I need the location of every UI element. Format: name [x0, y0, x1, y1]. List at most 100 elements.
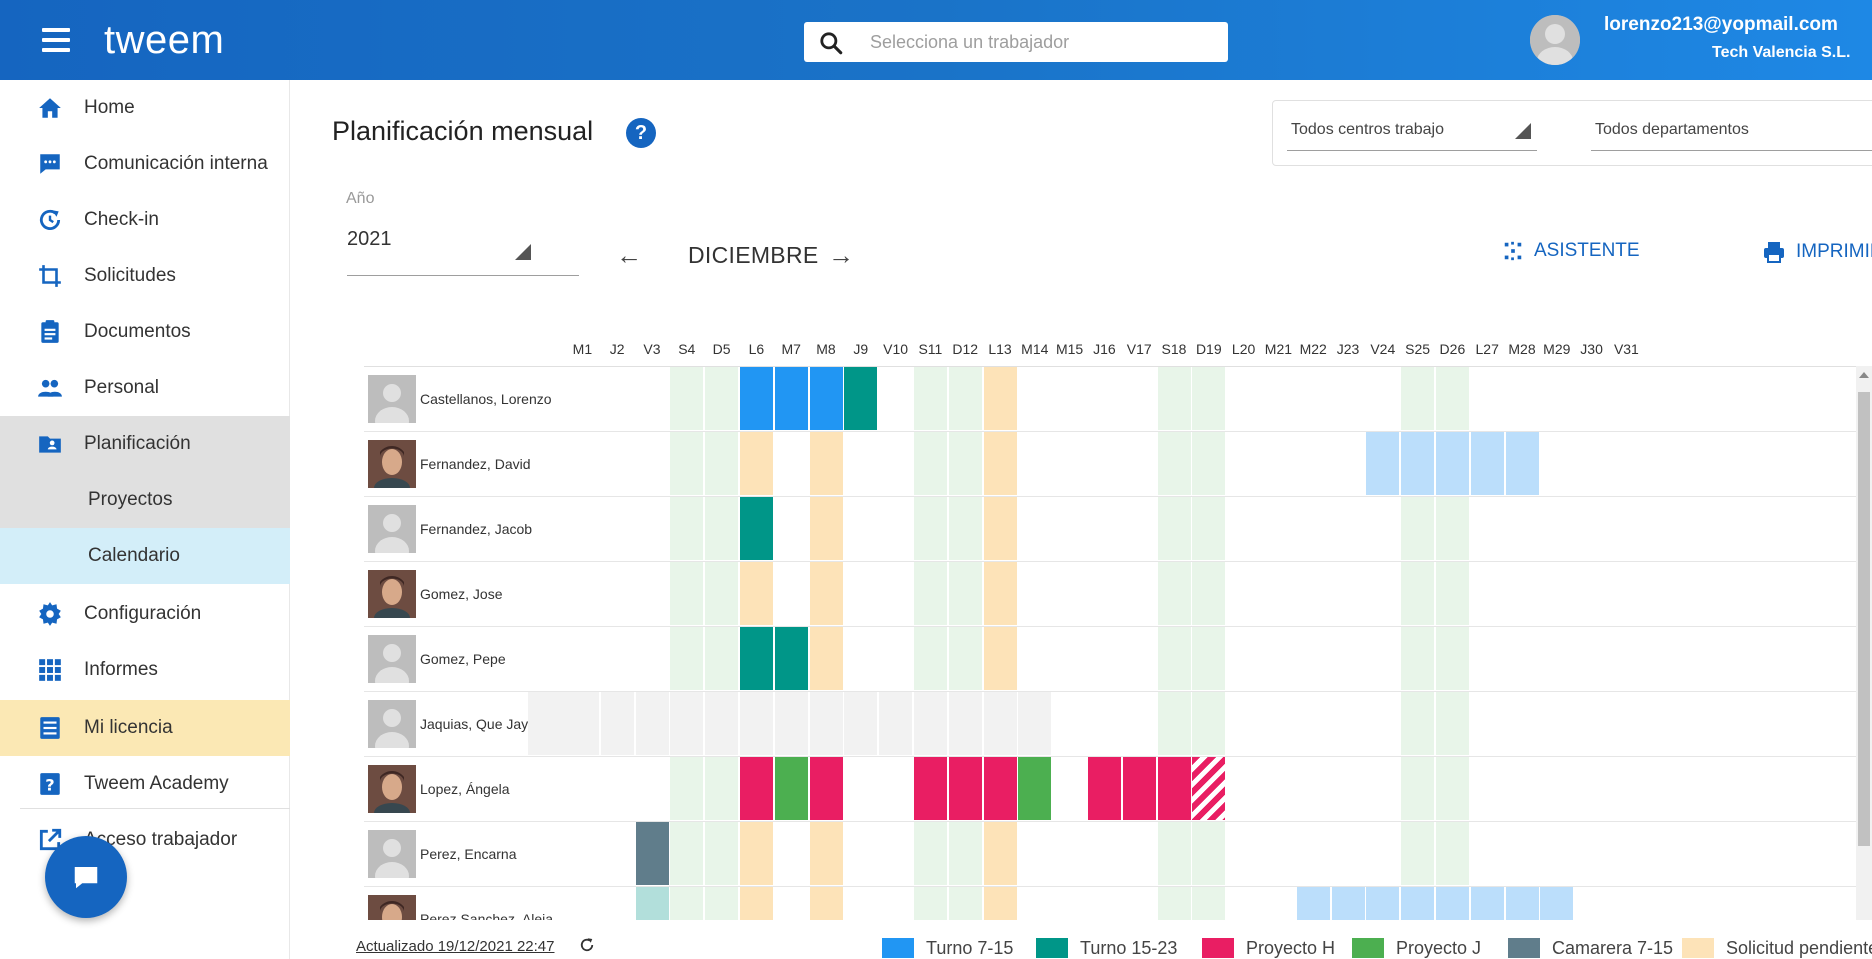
shift-cell[interactable]: [1018, 757, 1052, 820]
calendar-scrollbar[interactable]: [1856, 366, 1872, 920]
search-input[interactable]: [870, 28, 1210, 56]
employee-avatar[interactable]: [368, 895, 416, 920]
print-button[interactable]: IMPRIMIR: [1762, 240, 1872, 264]
shift-cell[interactable]: [1540, 887, 1574, 920]
sidebar-item-configuracion[interactable]: Configuración: [0, 586, 290, 642]
user-email[interactable]: lorenzo213@yopmail.com: [1604, 14, 1838, 36]
sidebar-item-solicitudes[interactable]: Solicitudes: [0, 248, 290, 304]
sidebar-item-acceso[interactable]: Acceso trabajador: [0, 812, 290, 868]
help-icon[interactable]: ?: [626, 118, 656, 148]
shift-cell[interactable]: [914, 757, 947, 820]
next-month-button[interactable]: →: [828, 240, 854, 271]
shift-cell[interactable]: [1122, 757, 1156, 820]
sidebar-item-calendario[interactable]: Calendario: [0, 528, 290, 584]
shift-cell[interactable]: [1505, 887, 1539, 920]
shift-cell[interactable]: [983, 757, 1017, 820]
shift-cell[interactable]: [809, 432, 843, 495]
shift-cell[interactable]: [809, 562, 843, 625]
sidebar-item-home[interactable]: Home: [0, 80, 290, 136]
shift-cell[interactable]: [1436, 432, 1469, 495]
last-updated-link[interactable]: Actualizado 19/12/2021 22:47: [356, 938, 555, 955]
shift-cell[interactable]: [740, 367, 773, 430]
centros-select[interactable]: Todos centros trabajo: [1287, 115, 1537, 151]
employee-name[interactable]: Perez, Encarna: [420, 846, 517, 862]
scroll-thumb[interactable]: [1858, 392, 1870, 846]
shift-cell[interactable]: [809, 627, 843, 690]
employee-avatar[interactable]: [368, 570, 416, 618]
sidebar-item-checkin[interactable]: Check-in: [0, 192, 290, 248]
chat-button[interactable]: [45, 836, 127, 918]
sidebar-item-informes[interactable]: Informes: [0, 642, 290, 698]
shift-cell[interactable]: [1505, 432, 1539, 495]
worker-search[interactable]: [804, 22, 1228, 62]
employee-name[interactable]: Fernandez, Jacob: [420, 521, 532, 537]
shift-cell[interactable]: [844, 367, 878, 430]
employee-name[interactable]: Gomez, Pepe: [420, 651, 506, 667]
prev-month-button[interactable]: ←: [616, 240, 642, 271]
employee-name[interactable]: Lopez, Ángela: [420, 781, 510, 797]
shift-cell[interactable]: [809, 887, 843, 920]
employee-avatar[interactable]: [368, 375, 416, 423]
shift-cell[interactable]: [635, 822, 669, 885]
employee-name[interactable]: Fernandez, David: [420, 456, 531, 472]
employee-avatar[interactable]: [368, 505, 416, 553]
shift-cell[interactable]: [774, 627, 808, 690]
shift-cell[interactable]: [740, 822, 773, 885]
shift-cell[interactable]: [1192, 757, 1226, 820]
sidebar-item-comunicacion[interactable]: Comunicación interna: [0, 136, 290, 192]
shift-cell[interactable]: [948, 757, 982, 820]
shift-cell[interactable]: [740, 627, 773, 690]
shift-cell[interactable]: [1088, 757, 1121, 820]
employee-name[interactable]: Jaquias, Que Jay: [420, 716, 528, 732]
shift-cell[interactable]: [1436, 887, 1469, 920]
menu-icon[interactable]: [42, 28, 70, 52]
shift-cell[interactable]: [1470, 887, 1504, 920]
sidebar-item-proyectos[interactable]: Proyectos: [0, 472, 290, 528]
shift-cell[interactable]: [809, 757, 843, 820]
shift-cell[interactable]: [1470, 432, 1504, 495]
shift-cell[interactable]: [983, 822, 1017, 885]
shift-cell[interactable]: [1331, 887, 1365, 920]
shift-cell[interactable]: [1401, 432, 1435, 495]
sidebar-item-licencia[interactable]: Mi licencia: [0, 700, 290, 756]
shift-cell[interactable]: [740, 562, 773, 625]
shift-cell[interactable]: [809, 367, 843, 430]
shift-cell[interactable]: [1157, 757, 1191, 820]
employee-avatar[interactable]: [368, 635, 416, 683]
scroll-up-arrow-icon[interactable]: [1859, 372, 1869, 378]
employee-avatar[interactable]: [368, 440, 416, 488]
shift-cell[interactable]: [983, 367, 1017, 430]
shift-cell[interactable]: [1401, 887, 1435, 920]
employee-avatar[interactable]: [368, 765, 416, 813]
sidebar-item-academy[interactable]: ? Tweem Academy: [0, 756, 290, 812]
shift-cell[interactable]: [983, 562, 1017, 625]
sidebar-item-personal[interactable]: Personal: [0, 360, 290, 416]
shift-cell[interactable]: [740, 497, 773, 560]
employee-avatar[interactable]: [368, 700, 416, 748]
year-select[interactable]: 2021: [347, 222, 579, 276]
shift-cell[interactable]: [774, 757, 808, 820]
employee-name[interactable]: Castellanos, Lorenzo: [420, 391, 552, 407]
shift-cell[interactable]: [740, 887, 773, 920]
shift-cell[interactable]: [740, 757, 773, 820]
shift-cell[interactable]: [1296, 887, 1330, 920]
shift-cell[interactable]: [1366, 887, 1400, 920]
employee-avatar[interactable]: [368, 830, 416, 878]
shift-cell[interactable]: [774, 367, 808, 430]
shift-cell[interactable]: [983, 432, 1017, 495]
employee-name[interactable]: Gomez, Jose: [420, 586, 502, 602]
shift-cell[interactable]: [809, 497, 843, 560]
assistant-button[interactable]: ASISTENTE: [1502, 240, 1640, 262]
sidebar-item-planificacion[interactable]: Planificación: [0, 416, 290, 472]
shift-cell[interactable]: [1366, 432, 1400, 495]
shift-cell[interactable]: [740, 432, 773, 495]
employee-name[interactable]: Perez Sanchez, Aleja...: [420, 911, 565, 920]
shift-cell[interactable]: [983, 887, 1017, 920]
user-avatar[interactable]: [1530, 15, 1580, 65]
shift-cell[interactable]: [635, 887, 669, 920]
departamentos-select[interactable]: Todos departamentos: [1591, 115, 1872, 151]
brand-logo[interactable]: tweem: [104, 18, 224, 63]
refresh-icon[interactable]: [578, 936, 596, 954]
sidebar-item-documentos[interactable]: Documentos: [0, 304, 290, 360]
shift-cell[interactable]: [983, 497, 1017, 560]
